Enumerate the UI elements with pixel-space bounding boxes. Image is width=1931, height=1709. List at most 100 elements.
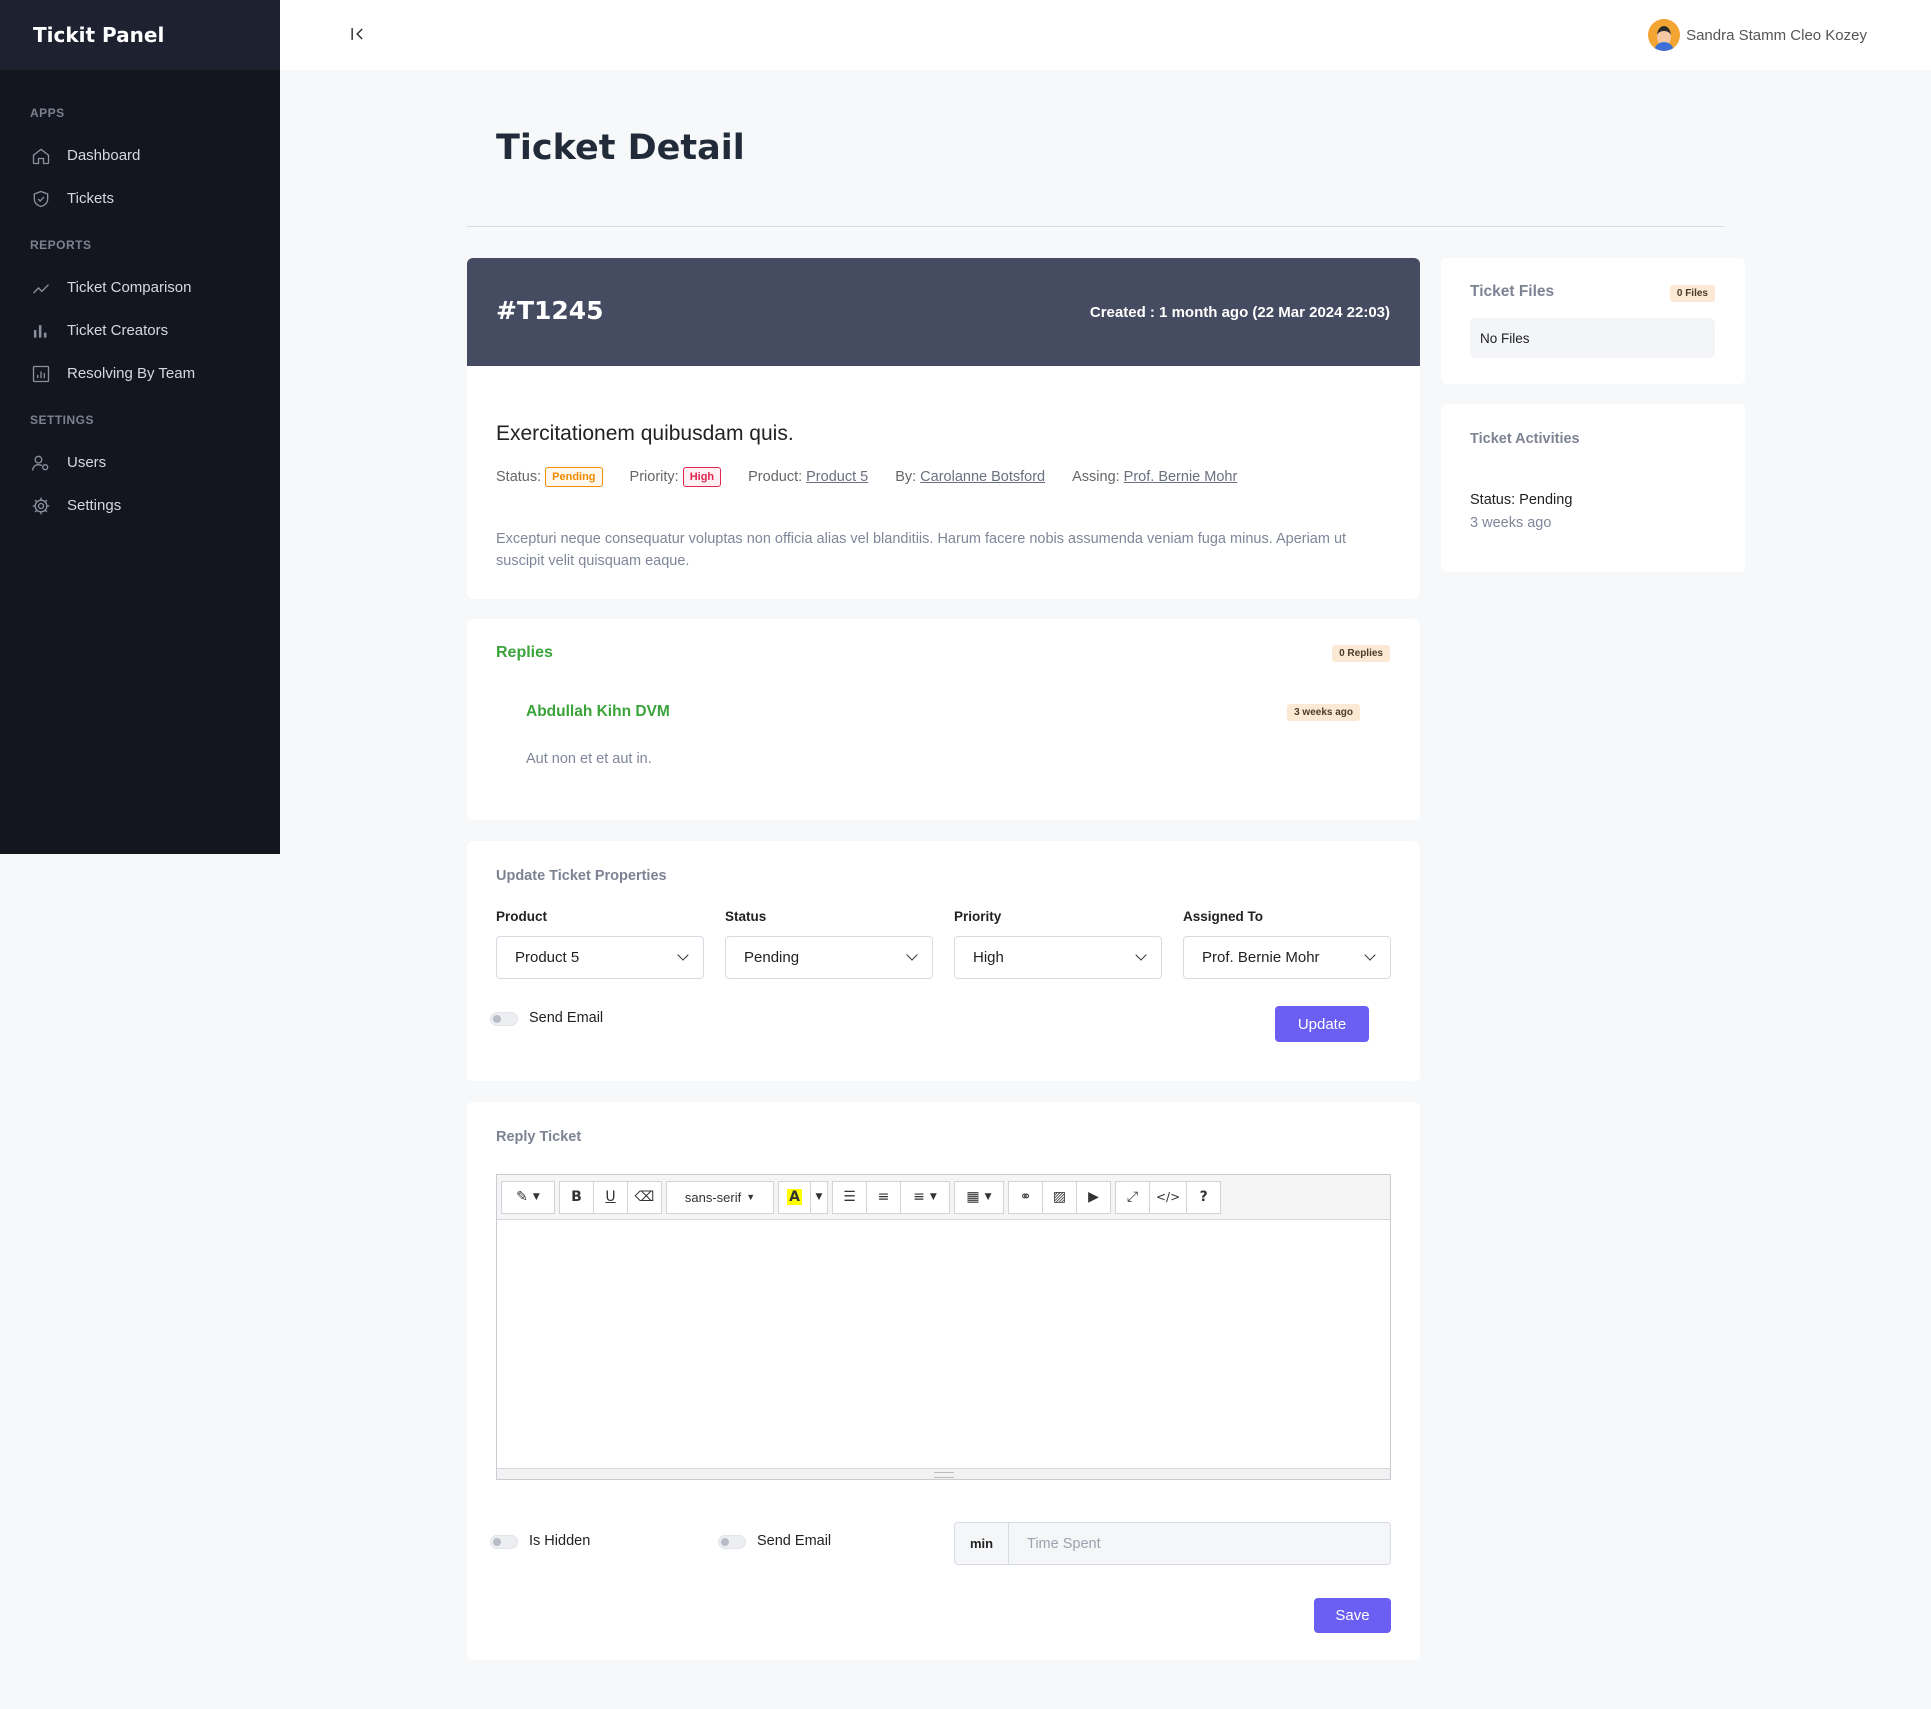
sidebar-item-label: Dashboard	[67, 147, 141, 164]
editor-toolbar: ✎ ▼ B U ⌫ sans-serif ▼ A ▼ ☰ ≡ ≡ ▼ ▦ ▼ ⚭…	[497, 1175, 1390, 1220]
divider	[467, 226, 1724, 227]
top-bar: Sandra Stamm Cleo Kozey	[280, 0, 1931, 70]
video-icon[interactable]: ▶	[1076, 1180, 1111, 1214]
user-name: Sandra Stamm Cleo Kozey	[1686, 26, 1867, 44]
chevron-down-icon[interactable]: ▼	[810, 1180, 828, 1214]
code-view-icon[interactable]: </>	[1149, 1180, 1188, 1214]
priority-select[interactable]: High	[954, 936, 1162, 979]
product-field-label: Product	[496, 909, 548, 924]
sidebar-section-reports: REPORTS	[30, 238, 92, 252]
align-icon[interactable]: ≡ ▼	[900, 1180, 950, 1214]
creator-link[interactable]: Carolanne Botsford	[920, 469, 1045, 485]
assigned-to-select-value: Prof. Bernie Mohr	[1202, 949, 1320, 966]
table-icon[interactable]: ▦ ▼	[954, 1180, 1004, 1214]
sidebar-item-label: Tickets	[67, 190, 114, 207]
editor-content-area[interactable]	[497, 1220, 1390, 1468]
trend-line-icon	[30, 277, 52, 299]
rich-text-editor: ✎ ▼ B U ⌫ sans-serif ▼ A ▼ ☰ ≡ ≡ ▼ ▦ ▼ ⚭…	[496, 1174, 1391, 1480]
font-family-value: sans-serif	[684, 1189, 742, 1205]
sidebar-item-settings[interactable]: Settings	[0, 484, 280, 527]
ticket-files-title: Ticket Files	[1470, 283, 1555, 300]
reply-author: Abdullah Kihn DVM	[526, 703, 670, 720]
time-spent-group: min	[954, 1522, 1391, 1565]
time-unit-prefix: min	[955, 1523, 1009, 1564]
sidebar-item-label: Ticket Comparison	[67, 279, 192, 296]
bar-chart-icon	[30, 320, 52, 342]
sidebar-item-users[interactable]: Users	[0, 441, 280, 484]
product-label: Product:	[748, 469, 803, 485]
status-select[interactable]: Pending	[725, 936, 933, 979]
assignee-link[interactable]: Prof. Bernie Mohr	[1124, 469, 1238, 485]
sidebar-item-resolving-by-team[interactable]: Resolving By Team	[0, 352, 280, 395]
users-icon	[30, 452, 52, 474]
activity-time: 3 weeks ago	[1470, 515, 1552, 531]
ticket-activities-title: Ticket Activities	[1470, 431, 1580, 447]
gear-icon	[30, 495, 52, 517]
page-title: Ticket Detail	[496, 128, 745, 168]
collapse-sidebar-icon[interactable]	[348, 24, 370, 46]
ticket-created: Created : 1 month ago (22 Mar 2024 22:03…	[1089, 304, 1390, 321]
sidebar-item-ticket-creators[interactable]: Ticket Creators	[0, 309, 280, 352]
files-count-badge: 0 Files	[1669, 285, 1715, 302]
user-menu[interactable]: Sandra Stamm Cleo Kozey	[1648, 19, 1867, 51]
assigned-to-field-label: Assigned To	[1183, 909, 1264, 924]
ticket-files-card: Ticket Files 0 Files No Files	[1441, 258, 1745, 384]
priority-badge: High	[682, 467, 722, 487]
sidebar-item-dashboard[interactable]: Dashboard	[0, 134, 280, 177]
sidebar-item-label: Settings	[67, 497, 122, 514]
sidebar: Tickit Panel APPS Dashboard Tickets REPO…	[0, 0, 280, 854]
status-badge: Pending	[545, 467, 603, 487]
activity-status: Status: Pending	[1470, 492, 1573, 508]
reply-ticket-title: Reply Ticket	[496, 1129, 582, 1145]
fullscreen-icon[interactable]: ⤢	[1115, 1180, 1150, 1214]
status-select-value: Pending	[744, 949, 800, 966]
editor-resize-handle[interactable]	[497, 1468, 1390, 1479]
image-icon[interactable]: ▨	[1042, 1180, 1077, 1214]
reply-send-email-toggle[interactable]	[718, 1535, 746, 1549]
reply-send-email-label: Send Email	[757, 1533, 832, 1549]
home-icon	[30, 145, 52, 167]
ticket-description: Excepturi neque consequatur voluptas non…	[496, 531, 1347, 569]
help-icon[interactable]: ?	[1186, 1180, 1222, 1214]
sidebar-item-label: Ticket Creators	[67, 322, 169, 339]
product-link[interactable]: Product 5	[806, 469, 868, 485]
product-select[interactable]: Product 5	[496, 936, 704, 979]
assigned-to-select[interactable]: Prof. Bernie Mohr	[1183, 936, 1391, 979]
sidebar-item-tickets[interactable]: Tickets	[0, 177, 280, 220]
status-label: Status:	[496, 469, 542, 485]
ticket-subject: Exercitationem quibusdam quis.	[496, 422, 794, 445]
update-button[interactable]: Update	[1275, 1006, 1369, 1042]
brand-logo[interactable]: Tickit Panel	[0, 0, 280, 70]
eraser-icon[interactable]: ⌫	[627, 1180, 662, 1214]
time-spent-input[interactable]	[1009, 1523, 1390, 1564]
sidebar-item-label: Users	[67, 454, 107, 471]
save-button[interactable]: Save	[1314, 1598, 1391, 1633]
link-icon[interactable]: ⚭	[1008, 1180, 1043, 1214]
send-email-toggle[interactable]	[490, 1012, 518, 1026]
reply-text: Aut non et et aut in.	[526, 751, 652, 767]
replies-title: Replies	[496, 644, 553, 661]
sidebar-item-label: Resolving By Team	[67, 365, 196, 382]
ticket-id: #T1245	[496, 296, 604, 325]
text-color-icon[interactable]: A	[778, 1180, 811, 1214]
replies-card: Replies 0 Replies Abdullah Kihn DVM 3 we…	[467, 619, 1420, 820]
is-hidden-toggle[interactable]	[490, 1535, 518, 1549]
bold-icon[interactable]: B	[559, 1180, 594, 1214]
unordered-list-icon[interactable]: ☰	[832, 1180, 867, 1214]
ticket-meta: Status: Pending Priority: High Product: …	[496, 467, 1264, 487]
by-label: By:	[895, 469, 917, 485]
reply-ticket-card: Reply Ticket ✎ ▼ B U ⌫ sans-serif ▼ A ▼ ☰ …	[467, 1102, 1420, 1660]
magic-wand-icon[interactable]: ✎ ▼	[501, 1180, 555, 1214]
replies-count-badge: 0 Replies	[1332, 645, 1390, 662]
ticket-header: #T1245 Created : 1 month ago (22 Mar 202…	[467, 258, 1420, 366]
assign-label: Assing:	[1072, 469, 1120, 485]
font-family-dropdown[interactable]: sans-serif ▼	[666, 1180, 774, 1214]
ticket-body: Exercitationem quibusdam quis. Status: P…	[467, 366, 1420, 599]
is-hidden-label: Is Hidden	[529, 1533, 591, 1549]
avatar	[1648, 19, 1681, 51]
underline-icon[interactable]: U	[593, 1180, 628, 1214]
no-files-message: No Files	[1470, 318, 1715, 358]
ordered-list-icon[interactable]: ≡	[866, 1180, 901, 1214]
sidebar-item-ticket-comparison[interactable]: Ticket Comparison	[0, 266, 280, 309]
product-select-value: Product 5	[515, 949, 580, 966]
